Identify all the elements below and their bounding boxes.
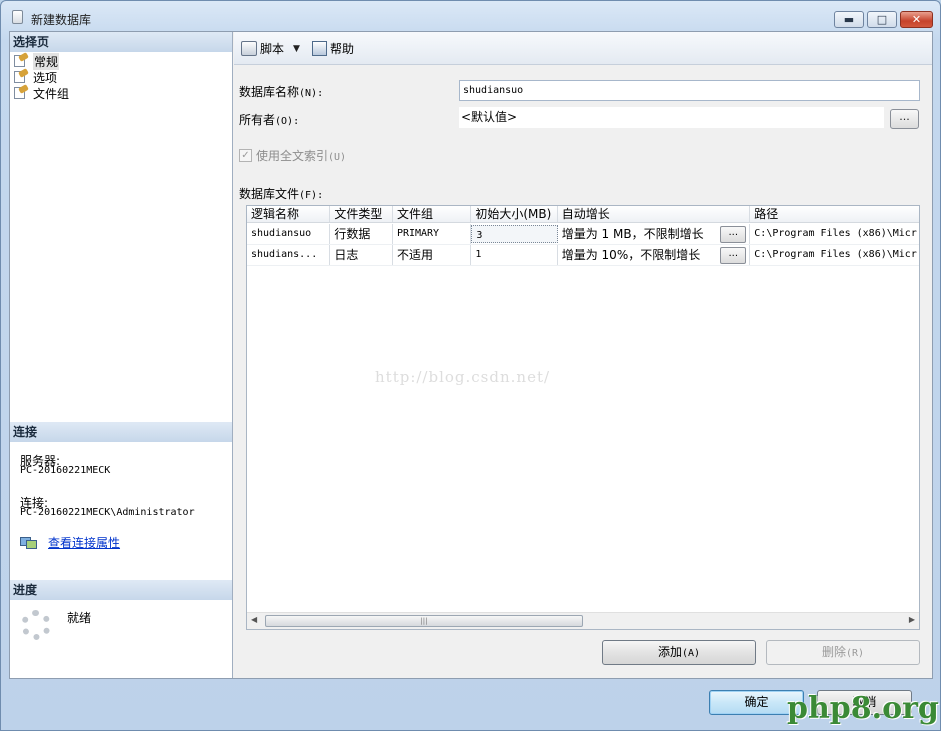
db-files-label-text: 数据库文件	[239, 187, 300, 201]
database-files-grid[interactable]: 逻辑名称 文件类型 文件组 初始大小(MB) 自动增长 路径 shudiansu…	[246, 205, 920, 630]
db-name-input[interactable]: shudiansuo	[459, 80, 920, 101]
path-cell[interactable]: C:\Program Files (x86)\Micr	[750, 245, 919, 265]
nav-item-general[interactable]: 常规	[13, 52, 60, 70]
fulltext-index-label: 使用全文索引(U)	[256, 147, 346, 164]
page-settings-icon	[13, 68, 29, 84]
column-header[interactable]: 文件类型	[330, 206, 393, 222]
minimize-button[interactable]: ▬	[834, 11, 864, 28]
grid-header: 逻辑名称 文件类型 文件组 初始大小(MB) 自动增长 路径	[247, 206, 919, 223]
db-name-hotkey: (N):	[299, 88, 324, 99]
progress-header: 进度	[10, 580, 232, 600]
column-header[interactable]: 初始大小(MB)	[471, 206, 558, 222]
connection-properties-icon	[20, 536, 37, 550]
column-header[interactable]: 文件组	[393, 206, 472, 222]
scroll-right-icon[interactable]: ▶	[909, 615, 915, 624]
column-header[interactable]: 自动增长	[558, 206, 751, 222]
connection-value: PC-20160221MECK\Administrator	[20, 507, 195, 518]
fulltext-index-checkbox[interactable]: ✓	[239, 149, 252, 162]
new-database-dialog: 新建数据库 ▬ □ ✕ 选择页 常规 选项 文件组 连接 服务器: PC-201…	[0, 0, 941, 731]
help-icon	[312, 41, 327, 56]
initial-size-cell[interactable]: 3	[471, 225, 558, 243]
select-page-header: 选择页	[10, 32, 232, 52]
db-files-hotkey: (F):	[299, 190, 324, 201]
autogrowth-text: 增量为 1 MB，不限制增长	[561, 227, 704, 241]
remove-button[interactable]: 删除(R)	[766, 640, 920, 665]
nav-item-filegroups[interactable]: 文件组	[13, 84, 70, 101]
page-settings-icon	[13, 84, 29, 100]
nav-item-label: 选项	[33, 70, 58, 85]
view-connection-properties-link[interactable]: 查看连接属性	[48, 534, 120, 551]
close-button[interactable]: ✕	[900, 11, 933, 28]
owner-field[interactable]: <默认值>	[459, 107, 884, 128]
autogrowth-edit-button[interactable]: ...	[720, 247, 747, 264]
scrollbar-thumb[interactable]: |||	[265, 615, 583, 627]
progress-spinner-icon	[21, 610, 51, 640]
initial-size-cell[interactable]: 1	[471, 245, 558, 265]
brand-watermark: php8.org	[787, 691, 939, 726]
db-name-label-text: 数据库名称	[239, 85, 300, 99]
path-cell[interactable]: C:\Program Files (x86)\Micr	[750, 224, 919, 244]
owner-browse-button[interactable]: ...	[890, 109, 919, 129]
table-row[interactable]: shudians... 日志 不适用 1 增量为 10%，不限制增长 ... C…	[247, 245, 919, 266]
window-title: 新建数据库	[31, 13, 92, 27]
help-button[interactable]: 帮助	[312, 40, 354, 57]
file-type-cell[interactable]: 行数据	[330, 224, 393, 244]
db-files-label: 数据库文件(F):	[239, 185, 323, 202]
help-label: 帮助	[330, 42, 355, 56]
connection-header: 连接	[10, 422, 232, 442]
add-button[interactable]: 添加(A)	[602, 640, 756, 665]
owner-hotkey: (O):	[275, 116, 300, 127]
filegroup-cell[interactable]: 不适用	[393, 245, 472, 265]
column-header[interactable]: 逻辑名称	[247, 206, 331, 222]
blog-watermark: http://blog.csdn.net/	[375, 368, 551, 386]
script-icon	[241, 41, 257, 56]
fulltext-index-option: ✓ 使用全文索引(U)	[239, 147, 346, 164]
file-type-cell[interactable]: 日志	[330, 245, 393, 265]
scroll-left-icon[interactable]: ◀	[251, 615, 257, 624]
remove-button-label: 删除	[821, 645, 846, 659]
autogrowth-edit-button[interactable]: ...	[720, 226, 747, 243]
add-button-label: 添加	[657, 645, 682, 659]
table-row[interactable]: shudiansuo 行数据 PRIMARY 3 增量为 1 MB，不限制增长 …	[247, 224, 919, 245]
autogrowth-text: 增量为 10%，不限制增长	[561, 248, 701, 262]
remove-button-hotkey: (R)	[845, 648, 865, 659]
dropdown-arrow-icon[interactable]: ▼	[293, 44, 300, 54]
title-bar[interactable]: 新建数据库 ▬ □ ✕	[1, 1, 940, 33]
owner-label: 所有者(O):	[239, 111, 299, 128]
left-panel: 选择页 常规 选项 文件组 连接 服务器: PC-20160221MECK 连接…	[10, 32, 233, 678]
column-header[interactable]: 路径	[750, 206, 919, 222]
logical-name-cell[interactable]: shudiansuo	[247, 224, 331, 244]
script-button[interactable]: 脚本 ▼	[241, 40, 300, 57]
autogrowth-cell[interactable]: 增量为 1 MB，不限制增长 ...	[558, 224, 751, 244]
toolbar: 脚本 ▼ 帮助	[234, 32, 932, 65]
progress-status: 就绪	[67, 611, 92, 625]
page-settings-icon	[13, 52, 29, 68]
owner-label-text: 所有者	[239, 113, 276, 127]
fulltext-label-text: 使用全文索引	[256, 149, 329, 163]
nav-item-label: 常规	[33, 52, 60, 70]
nav-item-options[interactable]: 选项	[13, 68, 58, 85]
db-name-label: 数据库名称(N):	[239, 83, 323, 100]
logical-name-cell[interactable]: shudians...	[247, 245, 331, 265]
database-icon	[12, 10, 23, 24]
server-value: PC-20160221MECK	[20, 465, 111, 476]
script-label: 脚本	[260, 42, 285, 56]
maximize-button[interactable]: □	[867, 11, 897, 28]
fulltext-hotkey: (U)	[328, 152, 347, 163]
nav-item-label: 文件组	[33, 86, 70, 101]
add-button-hotkey: (A)	[681, 648, 701, 659]
autogrowth-cell[interactable]: 增量为 10%，不限制增长 ...	[558, 245, 751, 265]
horizontal-scrollbar[interactable]: ◀ ||| ▶	[247, 612, 919, 629]
filegroup-cell[interactable]: PRIMARY	[393, 224, 472, 244]
